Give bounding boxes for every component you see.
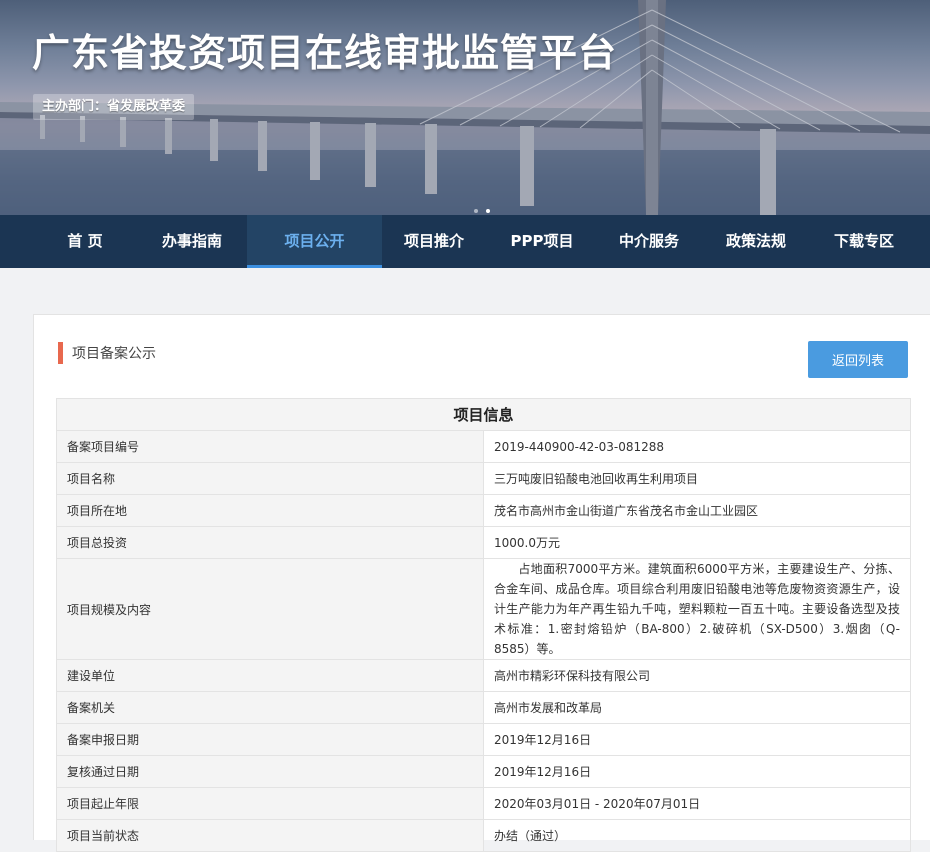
main-nav: 首 页 办事指南 项目公开 项目推介 PPP项目 中介服务 政策法规 下载专区 [0,215,930,268]
table-row: 项目总投资 1000.0万元 [56,526,911,559]
table-row: 项目起止年限 2020年03月01日 - 2020年07月01日 [56,787,911,820]
nav-ppp[interactable]: PPP项目 [500,215,584,268]
project-status: 办结（通过） [483,819,911,852]
row-label: 项目规模及内容 [56,558,484,660]
project-scope-text: 占地面积7000平方米。建筑面积6000平方米，主要建设生产、分拣、合金车间、成… [494,562,900,656]
table-row: 复核通过日期 2019年12月16日 [56,755,911,788]
project-scope: 占地面积7000平方米。建筑面积6000平方米，主要建设生产、分拣、合金车间、成… [483,558,911,660]
application-date: 2019年12月16日 [483,723,911,756]
back-to-list-button[interactable]: 返回列表 [808,341,908,378]
project-name: 三万吨废旧铅酸电池回收再生利用项目 [483,462,911,495]
table-row: 备案机关 高州市发展和改革局 [56,691,911,724]
record-authority: 高州市发展和改革局 [483,691,911,724]
table-caption: 项目信息 [56,398,911,431]
nav-project-public[interactable]: 项目公开 [247,215,382,268]
row-label: 项目当前状态 [56,819,484,852]
row-label: 备案项目编号 [56,430,484,463]
nav-policy[interactable]: 政策法规 [712,215,800,268]
row-label: 项目起止年限 [56,787,484,820]
row-label: 项目所在地 [56,494,484,527]
slide-dot-2[interactable] [486,209,490,213]
slide-dot-1[interactable] [474,209,478,213]
review-date: 2019年12月16日 [483,755,911,788]
total-investment: 1000.0万元 [483,526,911,559]
table-row: 项目所在地 茂名市高州市金山街道广东省茂名市金山工业园区 [56,494,911,527]
row-label: 备案机关 [56,691,484,724]
nav-project-promotion[interactable]: 项目推介 [390,215,478,268]
construction-unit: 高州市精彩环保科技有限公司 [483,659,911,692]
row-label: 项目名称 [56,462,484,495]
site-title: 广东省投资项目在线审批监管平台 [32,31,618,75]
table-row: 备案项目编号 2019-440900-42-03-081288 [56,430,911,463]
section-title: 项目备案公示 [72,346,156,362]
nav-home[interactable]: 首 页 [44,215,126,268]
table-header-row: 项目信息 [56,398,911,431]
table-row: 建设单位 高州市精彩环保科技有限公司 [56,659,911,692]
project-location: 茂名市高州市金山街道广东省茂名市金山工业园区 [483,494,911,527]
banner: 广东省投资项目在线审批监管平台 主办部门：省发展改革委 [0,0,930,215]
nav-guide[interactable]: 办事指南 [147,215,237,268]
nav-download[interactable]: 下载专区 [820,215,908,268]
row-label: 建设单位 [56,659,484,692]
project-info-table: 项目信息 备案项目编号 2019-440900-42-03-081288 项目名… [56,398,911,852]
section-accent-bar [58,342,63,364]
table-row: 项目名称 三万吨废旧铅酸电池回收再生利用项目 [56,462,911,495]
table-row: 项目当前状态 办结（通过） [56,819,911,852]
table-row: 备案申报日期 2019年12月16日 [56,723,911,756]
row-label: 备案申报日期 [56,723,484,756]
content-card: 项目备案公示 返回列表 项目信息 备案项目编号 2019-440900-42-0… [33,314,930,852]
nav-intermediary[interactable]: 中介服务 [606,215,692,268]
record-number: 2019-440900-42-03-081288 [483,430,911,463]
table-row: 项目规模及内容 占地面积7000平方米。建筑面积6000平方米，主要建设生产、分… [56,558,911,660]
dept-badge: 主办部门：省发展改革委 [33,94,195,120]
row-label: 项目总投资 [56,526,484,559]
project-period: 2020年03月01日 - 2020年07月01日 [483,787,911,820]
slide-dots[interactable] [474,209,490,213]
row-label: 复核通过日期 [56,755,484,788]
